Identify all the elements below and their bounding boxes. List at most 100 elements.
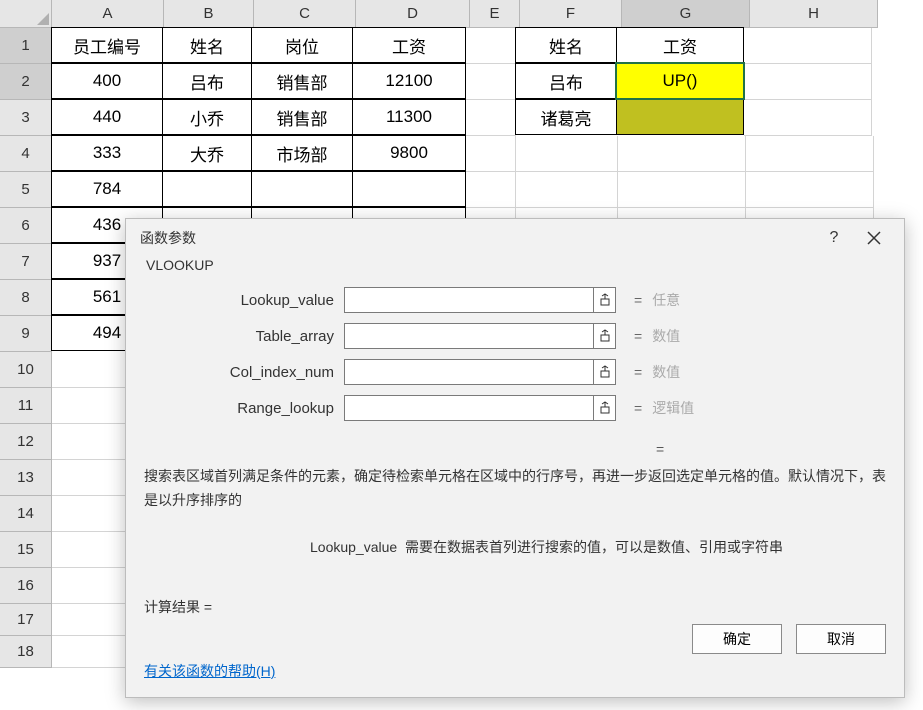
param-equals: =逻辑值 [634,398,694,418]
row-header-2[interactable]: 2 [0,64,52,100]
cell-H3[interactable] [744,100,872,136]
row-header-13[interactable]: 13 [0,460,52,496]
calc-result-label: 计算结果 = [144,597,692,617]
function-help-link[interactable]: 有关该函数的帮助(H) [144,661,692,681]
cell-C4[interactable]: 市场部 [251,135,353,171]
param-row-3: Range_lookup =逻辑值 [144,395,886,421]
param-input-col_index_num[interactable] [344,359,594,385]
cancel-button[interactable]: 取消 [796,624,886,654]
cell-E1[interactable] [466,28,516,64]
param-equals: =任意 [634,290,680,310]
cell-F2[interactable]: 吕布 [515,63,617,99]
cell-H1[interactable] [744,28,872,64]
cell-C2[interactable]: 销售部 [251,63,353,99]
cell-C5[interactable] [251,171,353,207]
range-selector-icon[interactable] [594,395,616,421]
cell-A1[interactable]: 员工编号 [51,27,163,63]
row-header-18[interactable]: 18 [0,636,52,668]
param-label: Table_array [144,328,344,345]
col-header-G[interactable]: G [622,0,750,28]
cell-E5[interactable] [466,172,516,208]
cell-F4[interactable] [516,136,618,172]
cell-A4[interactable]: 333 [51,135,163,171]
cell-F5[interactable] [516,172,618,208]
row-header-10[interactable]: 10 [0,352,52,388]
cell-C3[interactable]: 销售部 [251,99,353,135]
col-header-D[interactable]: D [356,0,470,28]
cell-H5[interactable] [746,172,874,208]
cell-G3[interactable] [616,99,744,135]
select-all-corner[interactable] [0,0,52,28]
function-name: VLOOKUP [146,257,886,273]
cell-A3[interactable]: 440 [51,99,163,135]
row-header-12[interactable]: 12 [0,424,52,460]
col-header-A[interactable]: A [52,0,164,28]
range-selector-icon[interactable] [594,323,616,349]
cell-D3[interactable]: 11300 [352,99,466,135]
row-header-17[interactable]: 17 [0,604,52,636]
col-header-C[interactable]: C [254,0,356,28]
dialog-title: 函数参数 [140,228,814,248]
row-header-15[interactable]: 15 [0,532,52,568]
row-header-5[interactable]: 5 [0,172,52,208]
row-header-11[interactable]: 11 [0,388,52,424]
row-header-7[interactable]: 7 [0,244,52,280]
param-input-lookup_value[interactable] [344,287,594,313]
cell-D1[interactable]: 工资 [352,27,466,63]
row-header-9[interactable]: 9 [0,316,52,352]
param-row-2: Col_index_num=数值 [144,359,886,385]
param-label: Range_lookup [144,400,344,417]
param-row-0: Lookup_value =任意 [144,287,886,313]
row-header-1[interactable]: 1 [0,28,52,64]
col-header-B[interactable]: B [164,0,254,28]
close-icon[interactable] [854,223,894,253]
col-header-E[interactable]: E [470,0,520,28]
help-icon[interactable]: ? [814,223,854,253]
cell-G2[interactable]: UP() [616,63,744,99]
param-row-1: Table_array=数值 [144,323,886,349]
cell-F1[interactable]: 姓名 [515,27,617,63]
cell-E3[interactable] [466,100,516,136]
cell-D4[interactable]: 9800 [352,135,466,171]
param-input-range_lookup[interactable] [344,395,594,421]
param-input-table_array[interactable] [344,323,594,349]
cell-D2[interactable]: 12100 [352,63,466,99]
cell-B5[interactable] [162,171,252,207]
cell-D5[interactable] [352,171,466,207]
cell-B4[interactable]: 大乔 [162,135,252,171]
cell-G1[interactable]: 工资 [616,27,744,63]
cell-F3[interactable]: 诸葛亮 [515,99,617,135]
row-header-4[interactable]: 4 [0,136,52,172]
function-description: 搜索表区域首列满足条件的元素，确定待检索单元格在区域中的行序号，再进一步返回选定… [144,465,886,513]
row-header-8[interactable]: 8 [0,280,52,316]
ok-button[interactable]: 确定 [692,624,782,654]
row-header-3[interactable]: 3 [0,100,52,136]
result-equals: = [144,441,886,457]
col-header-F[interactable]: F [520,0,622,28]
cell-E4[interactable] [466,136,516,172]
cell-B2[interactable]: 吕布 [162,63,252,99]
column-headers: ABCDEFGH [52,0,878,28]
row-header-14[interactable]: 14 [0,496,52,532]
cell-G5[interactable] [618,172,746,208]
range-selector-icon[interactable] [594,287,616,313]
cell-E2[interactable] [466,64,516,100]
cell-C1[interactable]: 岗位 [251,27,353,63]
cell-A2[interactable]: 400 [51,63,163,99]
row-header-16[interactable]: 16 [0,568,52,604]
dialog-titlebar[interactable]: 函数参数 ? [126,219,904,257]
cell-B1[interactable]: 姓名 [162,27,252,63]
col-header-H[interactable]: H [750,0,878,28]
row-header-6[interactable]: 6 [0,208,52,244]
cell-H4[interactable] [746,136,874,172]
cell-A5[interactable]: 784 [51,171,163,207]
cell-B3[interactable]: 小乔 [162,99,252,135]
cell-H2[interactable] [744,64,872,100]
param-label: Col_index_num [144,364,344,381]
param-label: Lookup_value [144,292,344,309]
range-selector-icon[interactable] [594,359,616,385]
function-arguments-dialog: 函数参数 ? VLOOKUP Lookup_value =任意 Table_arra… [125,218,905,698]
cell-G4[interactable] [618,136,746,172]
row-headers: 123456789101112131415161718 [0,28,52,668]
param-description: Lookup_value 需要在数据表首列进行搜索的值，可以是数值、引用或字符串 [144,537,886,557]
